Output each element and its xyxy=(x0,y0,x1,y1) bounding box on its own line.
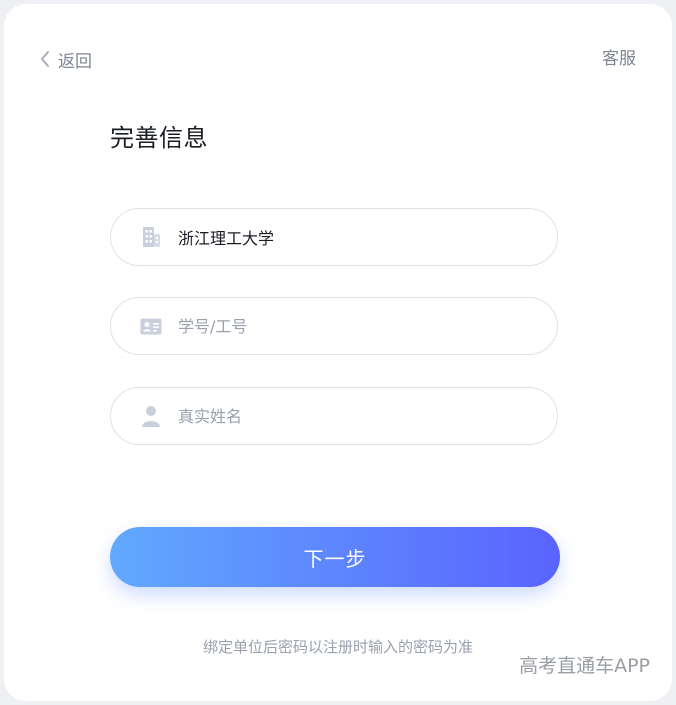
customer-service-link[interactable]: 客服 xyxy=(602,47,636,71)
info-card: 返回 客服 完善信息 浙江理工大学 学号/工号 真实姓名 下一步 绑定单位后密码… xyxy=(4,4,672,701)
id-card-icon xyxy=(140,315,162,337)
building-icon xyxy=(140,226,162,248)
student-id-input[interactable] xyxy=(178,316,508,336)
real-name-field[interactable] xyxy=(110,387,558,445)
real-name-input[interactable] xyxy=(178,406,508,426)
user-icon xyxy=(140,405,162,427)
student-id-field[interactable] xyxy=(110,297,558,355)
back-button[interactable]: 返回 xyxy=(40,47,92,72)
school-input[interactable] xyxy=(178,227,508,247)
back-label: 返回 xyxy=(58,51,92,72)
school-field[interactable] xyxy=(110,208,558,266)
chevron-left-icon xyxy=(40,50,50,68)
page-title: 完善信息 xyxy=(110,124,208,152)
next-step-button[interactable]: 下一步 xyxy=(110,527,560,587)
app-watermark: 高考直通车APP xyxy=(519,655,650,677)
